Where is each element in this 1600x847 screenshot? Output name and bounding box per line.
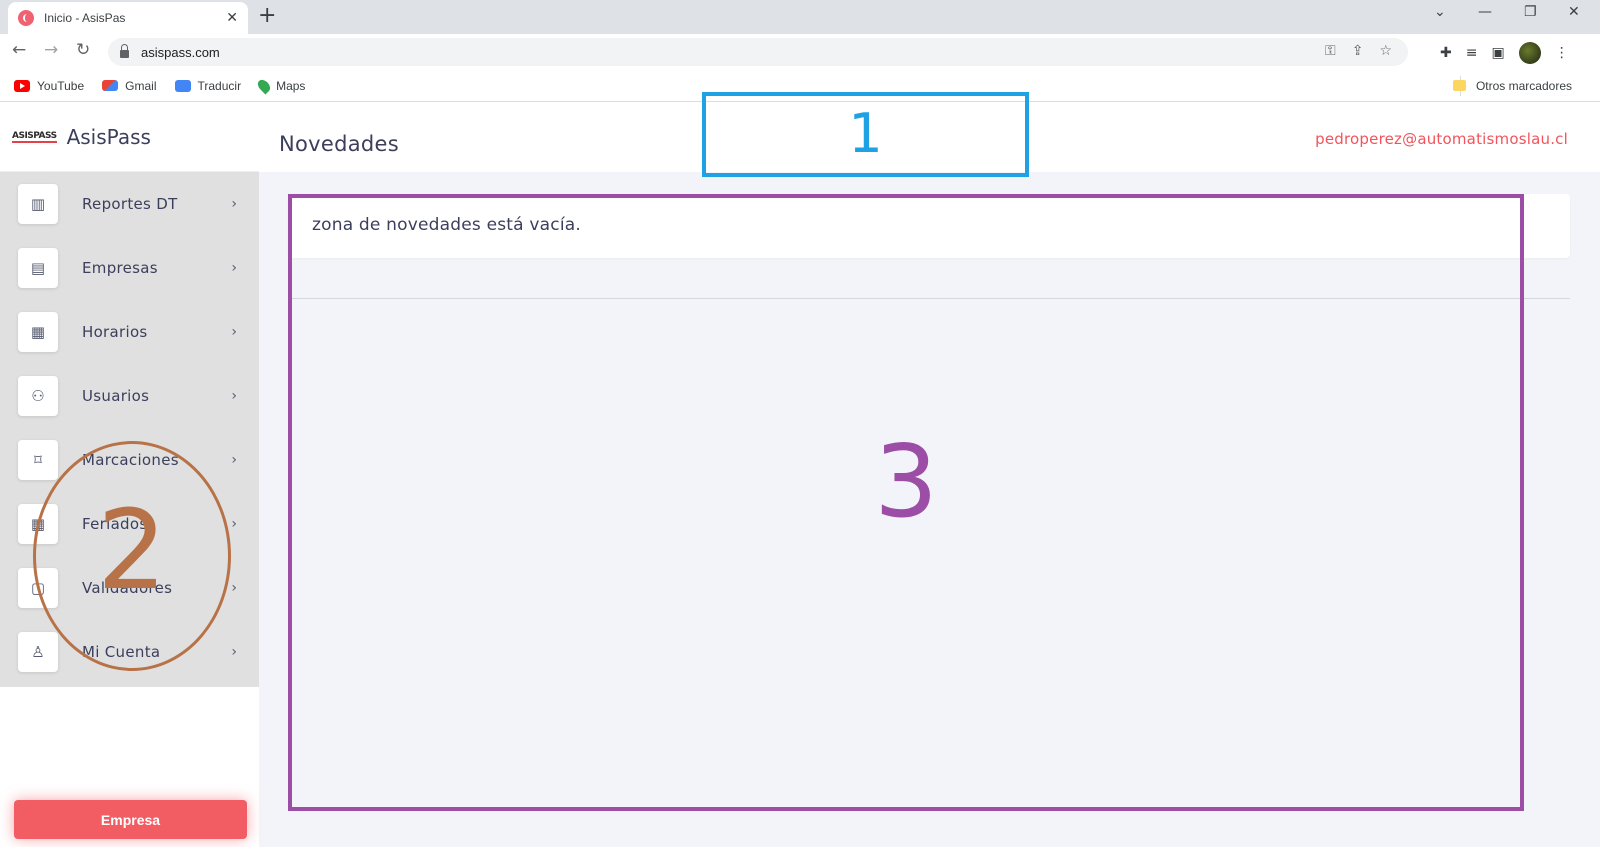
- new-tab-button[interactable]: +: [258, 3, 276, 28]
- chevron-right-icon: ›: [231, 324, 237, 340]
- profile-avatar[interactable]: [1518, 42, 1541, 64]
- tab-search-icon[interactable]: ⌄: [1434, 4, 1446, 20]
- sidebar-item-label: Empresas: [82, 259, 158, 277]
- tab-title: Inicio - AsisPas: [44, 11, 126, 25]
- lock-icon[interactable]: [120, 44, 129, 58]
- reload-icon[interactable]: ↻: [76, 40, 90, 60]
- clipboard-icon: ▤: [18, 248, 58, 288]
- bookmark-label: Gmail: [125, 78, 157, 93]
- chevron-right-icon: ›: [231, 452, 237, 468]
- url-text: asispass.com: [141, 44, 220, 60]
- minimize-button[interactable]: —: [1478, 4, 1492, 20]
- bookmark-youtube[interactable]: YouTube: [14, 79, 84, 93]
- annotation-box-1: 1: [702, 92, 1029, 177]
- annotation-label-1: 1: [848, 102, 883, 165]
- sidebar-item-label: Usuarios: [82, 387, 150, 405]
- gmail-icon: [102, 80, 119, 91]
- other-bookmarks-label: Otros marcadores: [1475, 78, 1572, 93]
- chevron-right-icon: ›: [231, 580, 237, 596]
- sidebar-item-label: Reportes DT: [82, 195, 178, 213]
- translate-icon: [174, 79, 191, 92]
- bookmark-maps[interactable]: Maps: [255, 77, 306, 94]
- close-tab-icon[interactable]: ✕: [226, 10, 238, 26]
- chevron-right-icon: ›: [231, 516, 237, 532]
- users-icon: ⚇: [18, 376, 58, 416]
- browser-tab[interactable]: Inicio - AsisPas ✕: [8, 2, 248, 34]
- folder-icon: [1452, 80, 1466, 91]
- forward-arrow-icon[interactable]: →: [44, 40, 58, 60]
- sidebar-item-usuarios[interactable]: ⚇ Usuarios ›: [0, 364, 259, 428]
- brand[interactable]: ASISPASS AsisPass: [0, 102, 259, 172]
- bookmark-label: Traducir: [197, 78, 242, 93]
- asispass-logo: ASISPASS: [12, 130, 57, 143]
- empresa-button[interactable]: Empresa: [14, 800, 247, 839]
- sidebar-item-label: Horarios: [82, 323, 148, 341]
- bookmark-label: Maps: [276, 78, 306, 93]
- annotation-label-2: 2: [97, 486, 167, 614]
- user-email-link[interactable]: pedroperez@automatismoslau.cl: [1315, 130, 1568, 148]
- address-bar[interactable]: asispass.com ⚿ ⇪ ☆: [108, 38, 1408, 66]
- restore-button[interactable]: ❐: [1524, 4, 1537, 20]
- chevron-right-icon: ›: [231, 260, 237, 276]
- bar-chart-icon: ▥: [18, 184, 58, 224]
- chevron-right-icon: ›: [231, 388, 237, 404]
- bookmark-traducir[interactable]: Traducir: [174, 78, 242, 93]
- brand-name: AsisPass: [66, 124, 151, 149]
- page-title: Novedades: [279, 132, 399, 156]
- annotation-ellipse-2: 2: [33, 441, 231, 671]
- browser-toolbar: ← → ↻ asispass.com ⚿ ⇪ ☆ ✚ ≡ ▣ ⋮: [0, 34, 1600, 70]
- maps-icon: [255, 77, 273, 94]
- extensions-puzzle-icon[interactable]: ✚: [1440, 45, 1452, 61]
- share-icon[interactable]: ⇪: [1352, 43, 1364, 59]
- user-icon: ♙: [18, 632, 58, 672]
- other-bookmarks[interactable]: Otros marcadores: [1452, 78, 1572, 93]
- sidebar-item-horarios[interactable]: ▦ Horarios ›: [0, 300, 259, 364]
- youtube-icon: [14, 79, 30, 92]
- calendar-icon: ▦: [18, 312, 58, 352]
- bookmark-gmail[interactable]: Gmail: [102, 78, 157, 93]
- key-icon[interactable]: ⚿: [1325, 43, 1336, 59]
- bookmark-label: YouTube: [37, 78, 85, 93]
- bookmark-icon: ⌑: [18, 440, 58, 480]
- browser-tab-bar: Inicio - AsisPas ✕ + ⌄ — ❐ ✕: [0, 0, 1600, 34]
- chevron-right-icon: ›: [231, 644, 237, 660]
- menu-kebab-icon[interactable]: ⋮: [1555, 45, 1569, 61]
- star-icon[interactable]: ☆: [1379, 43, 1392, 59]
- chevron-right-icon: ›: [231, 196, 237, 212]
- annotation-label-3: 3: [874, 423, 938, 540]
- back-arrow-icon[interactable]: ←: [12, 40, 26, 60]
- asispass-favicon-icon: [18, 10, 34, 26]
- sidebar-item-empresas[interactable]: ▤ Empresas ›: [0, 236, 259, 300]
- annotation-box-3: 3: [288, 194, 1524, 811]
- side-panel-icon[interactable]: ▣: [1491, 45, 1504, 61]
- sidebar-item-reportes-dt[interactable]: ▥ Reportes DT ›: [0, 172, 259, 236]
- close-window-button[interactable]: ✕: [1568, 4, 1580, 20]
- media-playlist-icon[interactable]: ≡: [1466, 45, 1478, 61]
